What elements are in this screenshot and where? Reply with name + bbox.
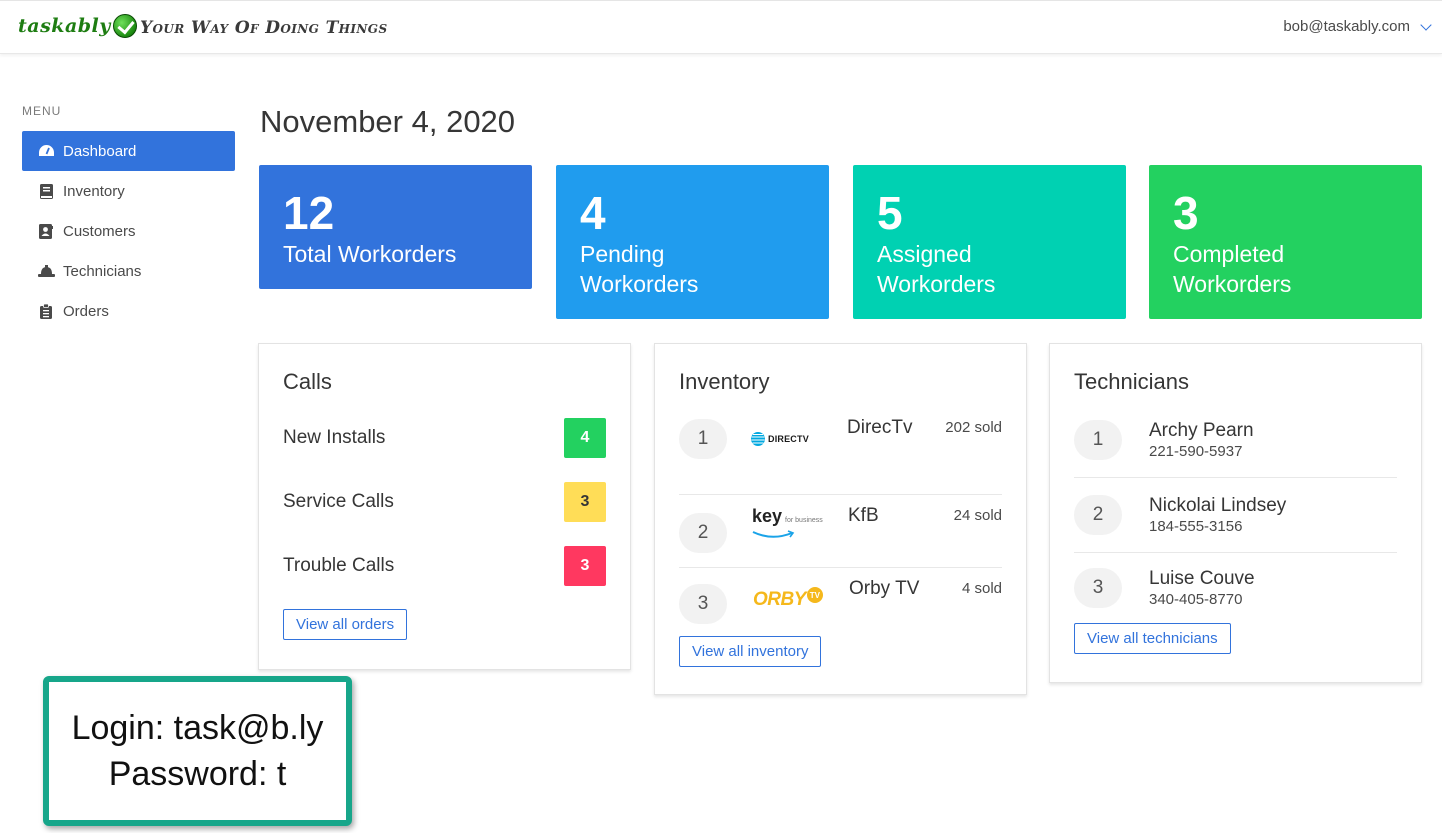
sidebar-item-label: Inventory	[63, 182, 125, 200]
calls-card: Calls New Installs 4 Service Calls 3 Tro…	[258, 343, 631, 670]
stat-label: Assigned Workorders	[877, 241, 996, 297]
card-title: Inventory	[679, 369, 770, 394]
menu-label: MENU	[22, 104, 62, 118]
pending-workorders-tile[interactable]: 4 Pending Workorders	[556, 165, 829, 319]
technician-name: Luise Couve	[1149, 568, 1255, 589]
list-item[interactable]: 2 Nickolai Lindsey 184-555-3156	[1074, 478, 1397, 553]
stat-value: 12	[283, 187, 335, 239]
view-all-technicians-button[interactable]: View all technicians	[1074, 623, 1231, 654]
technicians-card: Technicians 1 Archy Pearn 221-590-5937 2…	[1049, 343, 1422, 683]
assigned-workorders-tile[interactable]: 5 Assigned Workorders	[853, 165, 1126, 319]
list-item[interactable]: Service Calls 3	[283, 470, 606, 534]
total-workorders-tile[interactable]: 12 Total Workorders	[259, 165, 532, 289]
technician-name: Archy Pearn	[1149, 420, 1254, 441]
orby-tv-logo: ORBY TV	[753, 580, 843, 620]
page-title: November 4, 2020	[260, 104, 516, 139]
sold-count: 202 sold	[945, 419, 1002, 436]
list-item[interactable]: 3 ORBY TV Orby TV 4 sold	[679, 568, 1002, 636]
password-line: Password: t	[108, 755, 287, 793]
card-title: Technicians	[1074, 369, 1189, 394]
rank-badge: 2	[1074, 495, 1122, 535]
top-navbar: taskably Your Way Of Doing Things bob@ta…	[0, 0, 1442, 54]
sidebar-item-inventory[interactable]: Inventory	[22, 171, 235, 211]
sidebar-item-technicians[interactable]: Technicians	[22, 251, 235, 291]
sidebar-menu: Dashboard Inventory Customers Technician…	[22, 131, 235, 331]
rank-badge: 2	[679, 513, 727, 553]
product-name: DirecTv	[847, 417, 913, 438]
sold-count: 4 sold	[961, 580, 1002, 597]
inventory-card: Inventory 1 DIRECTV DirecTv 202 sold 2 k…	[654, 343, 1027, 695]
technician-name: Nickolai Lindsey	[1149, 495, 1287, 516]
rank-badge: 3	[1074, 568, 1122, 608]
address-book-icon	[37, 223, 55, 239]
technician-phone: 340-405-8770	[1149, 591, 1243, 608]
taskably-logo[interactable]: taskably	[18, 14, 137, 38]
sidebar-item-label: Customers	[63, 222, 136, 240]
hard-hat-icon	[37, 263, 55, 279]
clipboard-icon	[37, 303, 55, 319]
technician-phone: 184-555-3156	[1149, 518, 1243, 535]
view-all-orders-button[interactable]: View all orders	[283, 609, 408, 640]
chevron-down-icon	[1420, 18, 1432, 31]
login-credentials-note: Login: task@b.ly Password: t	[43, 676, 352, 826]
stat-value: 4	[580, 187, 606, 239]
list-item[interactable]: Trouble Calls 3	[283, 534, 606, 598]
directv-logo: DIRECTV	[751, 419, 841, 459]
stat-label: Total Workorders	[283, 241, 457, 267]
logo-text: taskably	[18, 15, 111, 37]
sidebar-item-label: Dashboard	[63, 142, 137, 160]
stat-label: Completed Workorders	[1173, 241, 1292, 297]
sidebar-item-dashboard[interactable]: Dashboard	[22, 131, 235, 171]
gauge-icon	[37, 143, 55, 159]
technician-phone: 221-590-5937	[1149, 443, 1243, 460]
call-type-label: Service Calls	[283, 491, 394, 512]
completed-workorders-tile[interactable]: 3 Completed Workorders	[1149, 165, 1422, 319]
sidebar-item-customers[interactable]: Customers	[22, 211, 235, 251]
sidebar-item-orders[interactable]: Orders	[22, 291, 235, 331]
card-title: Calls	[283, 369, 332, 394]
product-name: Orby TV	[849, 578, 920, 599]
sidebar-item-label: Technicians	[63, 262, 142, 280]
key-for-business-logo: key for business	[752, 507, 842, 547]
rank-badge: 3	[679, 584, 727, 624]
user-menu-dropdown[interactable]: bob@taskably.com	[1283, 18, 1432, 35]
book-icon	[37, 183, 55, 199]
sold-count: 24 sold	[953, 507, 1002, 524]
rank-badge: 1	[1074, 420, 1122, 460]
list-item[interactable]: 1 Archy Pearn 221-590-5937	[1074, 403, 1397, 478]
count-badge: 3	[564, 546, 606, 586]
count-badge: 4	[564, 418, 606, 458]
product-name: KfB	[848, 505, 879, 526]
stat-label: Pending Workorders	[580, 241, 699, 297]
rank-badge: 1	[679, 419, 727, 459]
list-item[interactable]: New Installs 4	[283, 406, 606, 470]
stat-value: 3	[1173, 187, 1199, 239]
list-item[interactable]: 3 Luise Couve 340-405-8770	[1074, 553, 1397, 623]
user-email: bob@taskably.com	[1283, 18, 1410, 35]
stat-value: 5	[877, 187, 903, 239]
count-badge: 3	[564, 482, 606, 522]
checkmark-icon	[112, 14, 137, 38]
view-all-inventory-button[interactable]: View all inventory	[679, 636, 822, 667]
list-item[interactable]: 1 DIRECTV DirecTv 202 sold	[679, 405, 1002, 495]
login-line: Login: task@b.ly	[71, 709, 324, 747]
list-item[interactable]: 2 key for business KfB 24 sold	[679, 495, 1002, 568]
tagline: Your Way Of Doing Things	[140, 18, 388, 38]
call-type-label: New Installs	[283, 427, 386, 448]
call-type-label: Trouble Calls	[283, 555, 395, 576]
sidebar-item-label: Orders	[63, 302, 109, 320]
